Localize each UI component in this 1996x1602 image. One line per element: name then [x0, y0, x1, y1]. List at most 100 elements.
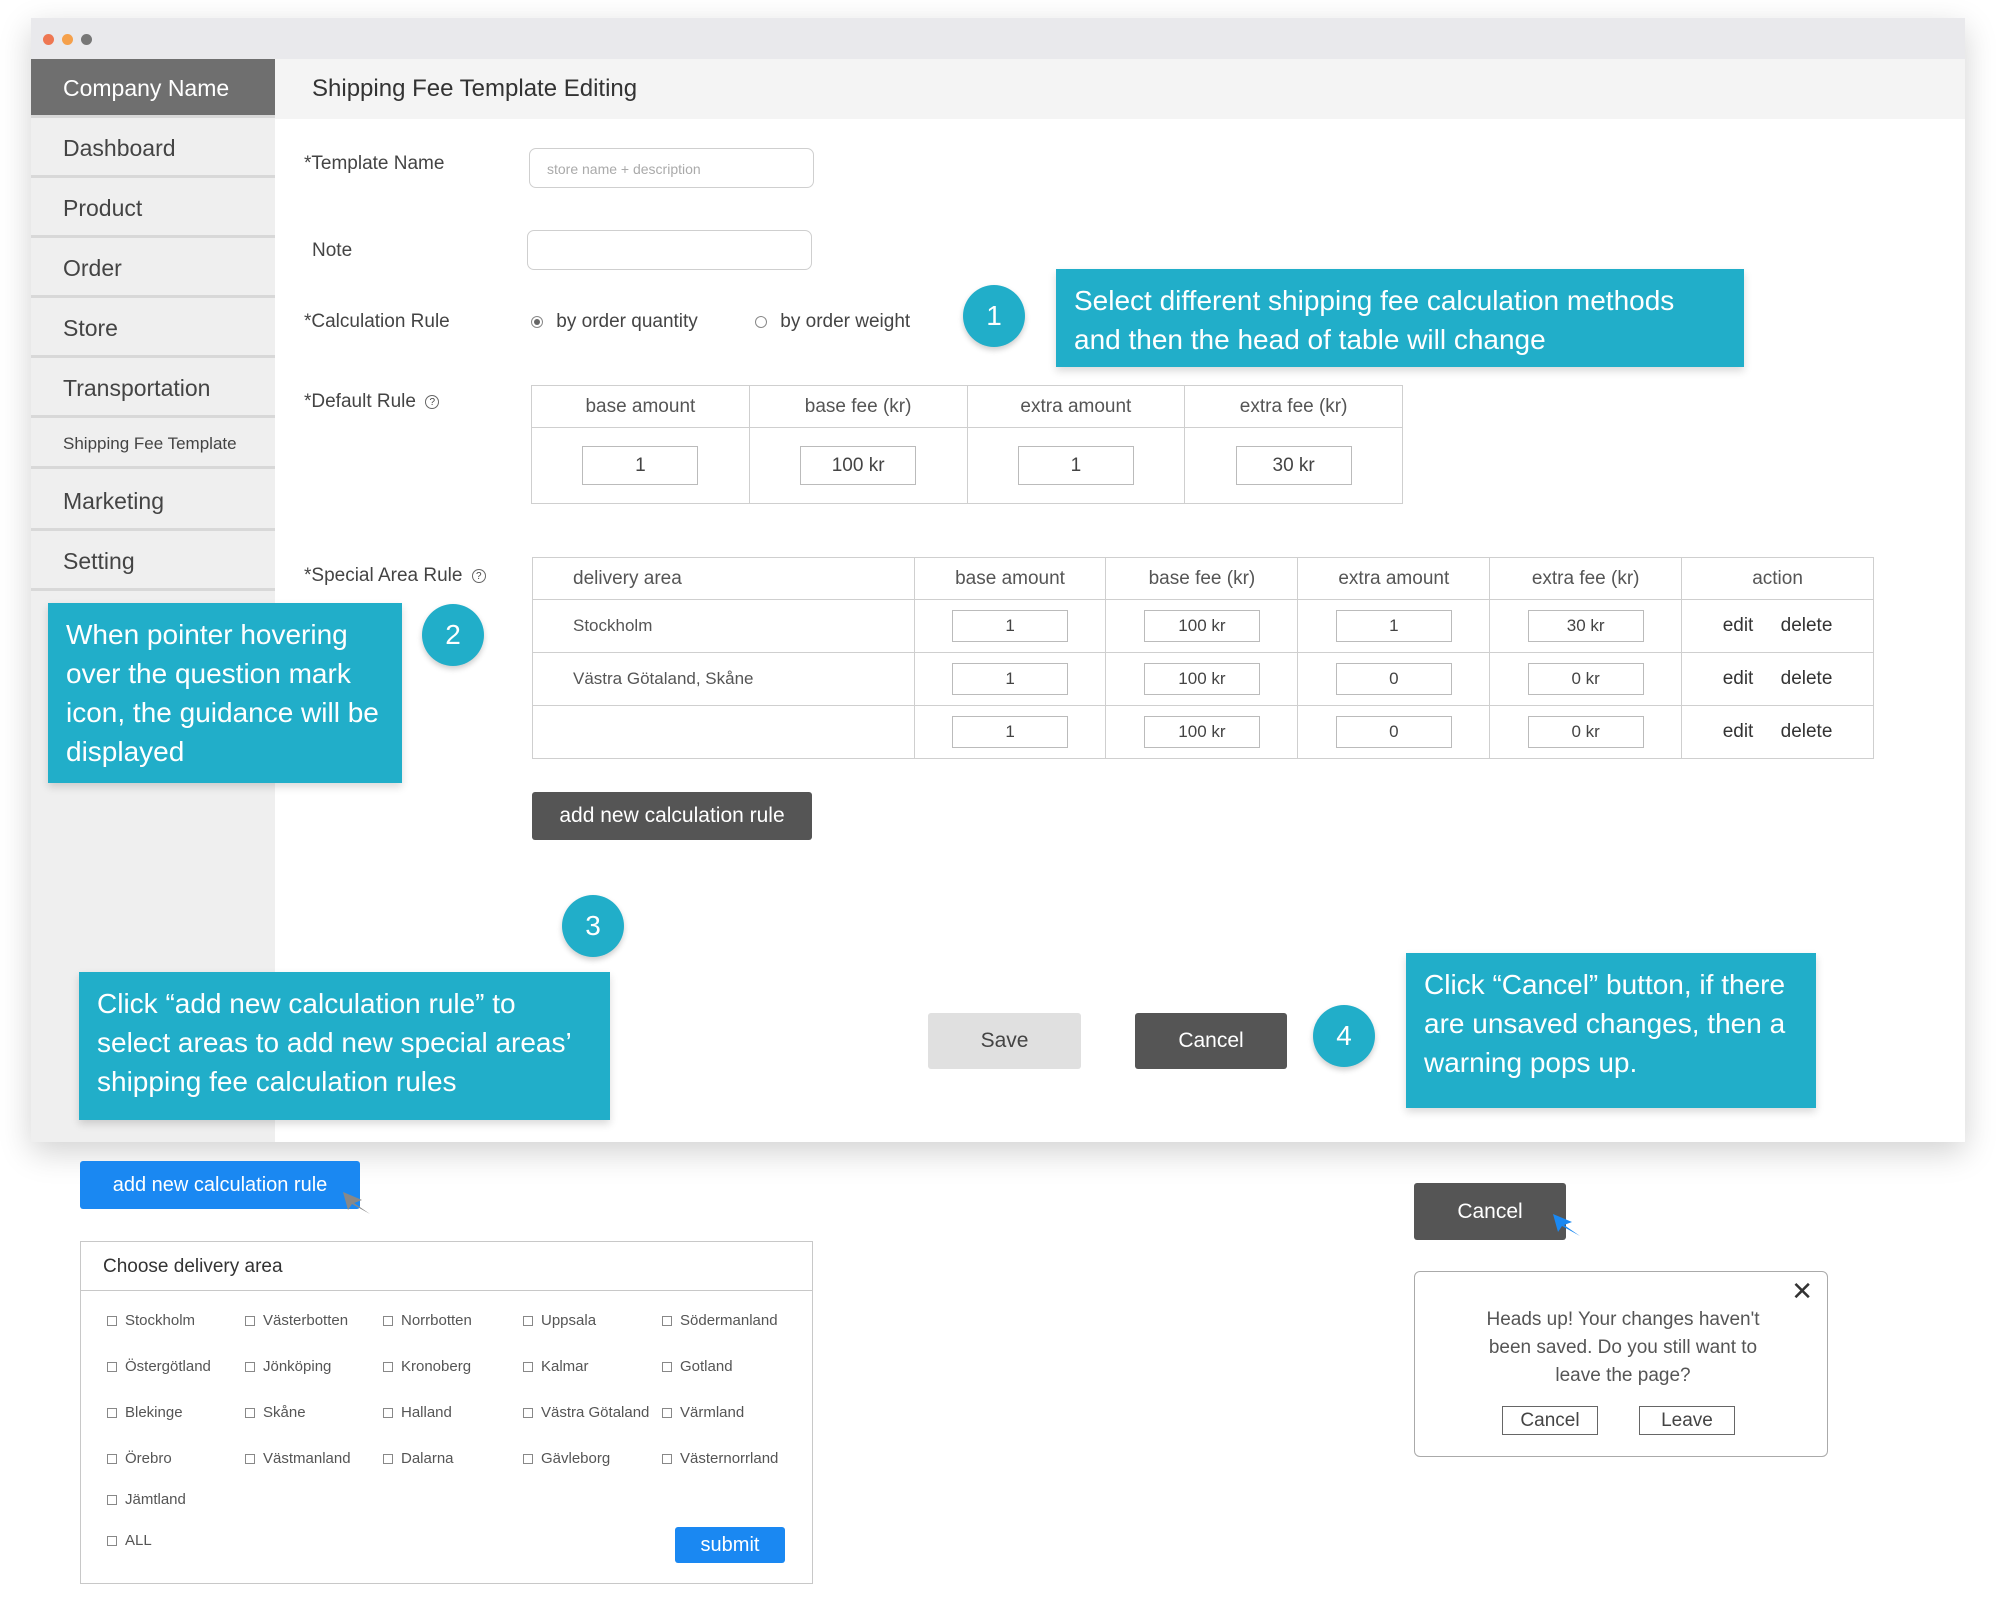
- checkbox-icon: [523, 1362, 533, 1373]
- table-row: Stockholm 1 100 kr 1 30 kr edit delete: [532, 599, 1874, 653]
- close-icon[interactable]: ✕: [1791, 1278, 1813, 1304]
- add-new-calculation-rule-demo-button[interactable]: add new calculation rule: [80, 1161, 360, 1209]
- area-checkbox-item[interactable]: Dalarna: [383, 1450, 454, 1467]
- sidebar-item-store[interactable]: Store: [31, 299, 275, 358]
- row-extra-amount-input[interactable]: 1: [1335, 610, 1452, 642]
- area-label: Gävleborg: [541, 1450, 611, 1467]
- row-extra-amount-input[interactable]: 0: [1335, 663, 1452, 695]
- area-checkbox-item[interactable]: Uppsala: [523, 1312, 596, 1329]
- radio-selected-icon: [531, 315, 543, 328]
- area-checkbox-item[interactable]: Skåne: [245, 1404, 306, 1421]
- special-header-extra-fee: extra fee (kr): [1489, 557, 1683, 600]
- area-checkbox-item[interactable]: Västra Götaland: [523, 1404, 649, 1421]
- question-circle-icon[interactable]: ?: [425, 394, 440, 409]
- row-extra-fee-input[interactable]: 30 kr: [1527, 610, 1644, 642]
- default-extra-fee-input[interactable]: 30 kr: [1235, 446, 1352, 485]
- delete-link[interactable]: delete: [1781, 668, 1833, 689]
- area-checkbox-item[interactable]: Kronoberg: [383, 1358, 471, 1375]
- area-label: Värmland: [680, 1404, 745, 1421]
- area-label: Västmanland: [263, 1450, 351, 1467]
- area-checkbox-item[interactable]: Jämtland: [107, 1491, 186, 1508]
- company-name: Company Name: [31, 59, 275, 118]
- default-base-amount-input[interactable]: 1: [582, 446, 699, 485]
- area-checkbox-item[interactable]: Norrbotten: [383, 1312, 472, 1329]
- template-name-input[interactable]: store name + description: [529, 148, 814, 188]
- row-base-fee-input[interactable]: 100 kr: [1143, 716, 1260, 748]
- cancel-button[interactable]: Cancel: [1135, 1013, 1287, 1069]
- checkbox-icon: [107, 1495, 117, 1506]
- default-rule-table: base amount base fee (kr) extra amount e…: [531, 385, 1403, 504]
- delete-link[interactable]: delete: [1781, 721, 1833, 742]
- dialog-cancel-button[interactable]: Cancel: [1502, 1406, 1598, 1435]
- row-extra-fee-input[interactable]: 0 kr: [1527, 716, 1644, 748]
- area-label: Jönköping: [263, 1358, 332, 1375]
- edit-link[interactable]: edit: [1723, 615, 1754, 636]
- area-label: Halland: [401, 1404, 452, 1421]
- close-dot-icon[interactable]: [43, 34, 54, 45]
- area-label: Uppsala: [541, 1312, 597, 1329]
- area-checkbox-item[interactable]: Östergötland: [107, 1358, 211, 1375]
- choose-delivery-area-title: Choose delivery area: [81, 1242, 812, 1291]
- submit-button[interactable]: submit: [675, 1527, 785, 1563]
- minimize-dot-icon[interactable]: [62, 34, 73, 45]
- area-checkbox-item[interactable]: Södermanland: [662, 1312, 778, 1329]
- area-label: Dalarna: [401, 1450, 454, 1467]
- area-label: Södermanland: [680, 1312, 778, 1329]
- radio-by-order-weight[interactable]: by order weight: [755, 311, 910, 333]
- sidebar-item-marketing[interactable]: Marketing: [31, 472, 275, 531]
- special-header-base-fee: base fee (kr): [1105, 557, 1299, 600]
- row-base-fee-input[interactable]: 100 kr: [1143, 610, 1260, 642]
- area-checkbox-item[interactable]: Halland: [383, 1404, 452, 1421]
- row-area: Stockholm: [532, 599, 915, 653]
- sidebar-item-shipping-fee-template[interactable]: Shipping Fee Template: [31, 419, 275, 469]
- sidebar-item-order[interactable]: Order: [31, 239, 275, 298]
- page-title: Shipping Fee Template Editing: [312, 75, 638, 102]
- area-checkbox-item[interactable]: Örebro: [107, 1450, 172, 1467]
- area-checkbox-item[interactable]: Stockholm: [107, 1312, 195, 1329]
- note-input[interactable]: [527, 230, 812, 270]
- default-rule-label: *Default Rule ?: [304, 391, 440, 413]
- checkbox-icon: [107, 1316, 117, 1327]
- sidebar-item-transportation[interactable]: Transportation: [31, 359, 275, 418]
- dialog-leave-button[interactable]: Leave: [1639, 1406, 1735, 1435]
- edit-link[interactable]: edit: [1723, 668, 1754, 689]
- area-checkbox-item[interactable]: Västmanland: [245, 1450, 351, 1467]
- page-header: Shipping Fee Template Editing: [275, 59, 1965, 119]
- area-checkbox-all[interactable]: ALL: [107, 1532, 152, 1549]
- question-circle-icon[interactable]: ?: [471, 568, 486, 583]
- add-new-calculation-rule-button[interactable]: add new calculation rule: [532, 792, 812, 840]
- default-header-base-amount: base amount: [531, 385, 750, 428]
- table-row: 1 100 kr 0 0 kr edit delete: [532, 705, 1874, 759]
- maximize-dot-icon[interactable]: [81, 34, 92, 45]
- area-checkbox-item[interactable]: Västernorrland: [662, 1450, 778, 1467]
- cancel-demo-button[interactable]: Cancel: [1414, 1183, 1566, 1240]
- area-label: Jämtland: [125, 1491, 186, 1508]
- area-checkbox-item[interactable]: Blekinge: [107, 1404, 183, 1421]
- area-checkbox-item[interactable]: Jönköping: [245, 1358, 331, 1375]
- default-header-base-fee: base fee (kr): [748, 385, 968, 428]
- radio-by-order-quantity[interactable]: by order quantity: [531, 311, 698, 333]
- annotation-badge-4: 4: [1313, 1005, 1375, 1067]
- area-checkbox-item[interactable]: Gotland: [662, 1358, 733, 1375]
- row-base-amount-input[interactable]: 1: [952, 663, 1069, 695]
- row-base-amount-input[interactable]: 1: [952, 610, 1069, 642]
- edit-link[interactable]: edit: [1723, 721, 1754, 742]
- sidebar-item-setting[interactable]: Setting: [31, 532, 275, 591]
- special-header-delivery-area: delivery area: [532, 557, 915, 600]
- sidebar-item-dashboard[interactable]: Dashboard: [31, 119, 275, 178]
- sidebar-item-product[interactable]: Product: [31, 179, 275, 238]
- default-extra-amount-input[interactable]: 1: [1017, 446, 1134, 485]
- row-base-fee-input[interactable]: 100 kr: [1143, 663, 1260, 695]
- area-label: Gotland: [680, 1358, 733, 1375]
- row-extra-fee-input[interactable]: 0 kr: [1527, 663, 1644, 695]
- note-label: Note: [312, 240, 353, 261]
- row-extra-amount-input[interactable]: 0: [1335, 716, 1452, 748]
- area-checkbox-item[interactable]: Värmland: [662, 1404, 744, 1421]
- row-base-amount-input[interactable]: 1: [952, 716, 1069, 748]
- area-checkbox-item[interactable]: Gävleborg: [523, 1450, 610, 1467]
- area-checkbox-item[interactable]: Västerbotten: [245, 1312, 348, 1329]
- default-base-fee-input[interactable]: 100 kr: [800, 446, 917, 485]
- area-checkbox-item[interactable]: Kalmar: [523, 1358, 589, 1375]
- save-button[interactable]: Save: [928, 1013, 1081, 1069]
- delete-link[interactable]: delete: [1781, 615, 1833, 636]
